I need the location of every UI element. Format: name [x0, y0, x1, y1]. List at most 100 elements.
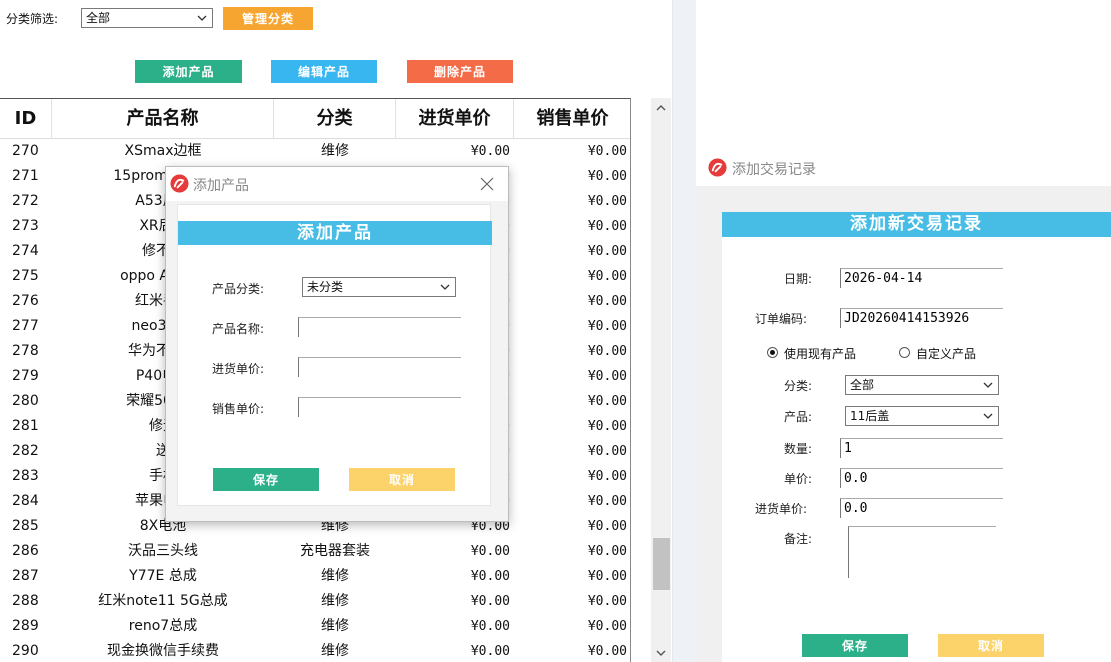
- transaction-cancel-button[interactable]: 取消: [938, 634, 1044, 657]
- date-input[interactable]: 2026-04-14: [840, 268, 1003, 288]
- cell-sell-price: ¥0.00: [587, 619, 627, 634]
- table-row[interactable]: 270 XSmax边框 维修 ¥0.00 ¥0.00: [0, 139, 630, 164]
- txn-buy-price-input[interactable]: 0.0: [840, 498, 1003, 518]
- column-header-id[interactable]: ID: [0, 99, 52, 139]
- transaction-product-select[interactable]: 11后盖: [845, 406, 999, 426]
- cell-sell-price: ¥0.00: [587, 319, 627, 334]
- cell-sell-price: ¥0.00: [587, 644, 627, 659]
- cell-id: 290: [12, 643, 39, 659]
- radio-custom-product[interactable]: [899, 347, 910, 358]
- product-label: 产品:: [784, 410, 813, 424]
- cell-category: 维修: [321, 643, 349, 659]
- radio-custom-label[interactable]: 自定义产品: [916, 345, 976, 362]
- cell-buy-price: ¥0.00: [470, 619, 510, 634]
- cell-name: XSmax边框: [124, 143, 202, 159]
- add-product-button[interactable]: 添加产品: [135, 60, 242, 83]
- product-category-select[interactable]: 未分类: [302, 277, 456, 297]
- cell-sell-price: ¥0.00: [587, 269, 627, 284]
- cell-buy-price: ¥0.00: [470, 144, 510, 159]
- sell-price-input[interactable]: [298, 397, 461, 417]
- cell-id: 279: [12, 368, 39, 384]
- app-logo-icon: [170, 174, 189, 193]
- product-name-input[interactable]: [298, 317, 461, 337]
- cell-id: 284: [12, 493, 39, 509]
- cell-id: 278: [12, 343, 39, 359]
- note-textarea[interactable]: [848, 526, 996, 578]
- cell-buy-price: ¥0.00: [470, 569, 510, 584]
- product-name-label: 产品名称:: [212, 322, 265, 336]
- cell-name: 沃品三头线: [128, 543, 198, 559]
- cell-id: 270: [12, 143, 39, 159]
- category-filter-select[interactable]: 全部: [81, 8, 213, 28]
- transaction-form: 添加新交易记录 日期: 2026-04-14 订单编码: JD202604141…: [722, 212, 1111, 662]
- cell-buy-price: ¥0.00: [470, 644, 510, 659]
- table-row[interactable]: 286 沃品三头线 充电器套装 ¥0.00 ¥0.00: [0, 539, 630, 564]
- cell-sell-price: ¥0.00: [587, 469, 627, 484]
- cell-id: 280: [12, 393, 39, 409]
- transaction-title: 添加交易记录: [732, 162, 816, 178]
- buy-price-input[interactable]: [298, 357, 461, 377]
- transaction-body: 添加新交易记录 日期: 2026-04-14 订单编码: JD202604141…: [696, 186, 1111, 662]
- window-gap: [672, 0, 696, 662]
- note-label: 备注:: [784, 532, 813, 546]
- cell-id: 274: [12, 243, 39, 259]
- quantity-input[interactable]: 1: [840, 438, 1003, 458]
- scroll-up-icon[interactable]: [654, 101, 668, 115]
- cell-category: 维修: [321, 593, 349, 609]
- cell-id: 273: [12, 218, 39, 234]
- table-scrollbar[interactable]: [651, 98, 671, 662]
- cell-buy-price: ¥0.00: [470, 544, 510, 559]
- dialog-banner: 添加产品: [178, 221, 492, 245]
- cell-category: 维修: [321, 568, 349, 584]
- scroll-down-icon[interactable]: [654, 646, 668, 660]
- table-row[interactable]: 287 Y77E 总成 维修 ¥0.00 ¥0.00: [0, 564, 630, 589]
- column-header-category[interactable]: 分类: [274, 99, 396, 139]
- order-number-label: 订单编码:: [755, 312, 808, 326]
- sell-price-label: 销售单价:: [212, 402, 265, 416]
- cell-id: 288: [12, 593, 39, 609]
- cell-name: 红米note11 5G总成: [98, 593, 228, 609]
- transaction-product-value: 11后盖: [850, 409, 890, 423]
- cell-sell-price: ¥0.00: [587, 444, 627, 459]
- cell-sell-price: ¥0.00: [587, 569, 627, 584]
- chevron-down-icon: [197, 15, 207, 21]
- manage-categories-button[interactable]: 管理分类: [223, 7, 313, 30]
- table-row[interactable]: 289 reno7总成 维修 ¥0.00 ¥0.00: [0, 614, 630, 639]
- cell-id: 276: [12, 293, 39, 309]
- cell-sell-price: ¥0.00: [587, 344, 627, 359]
- table-row[interactable]: 288 红米note11 5G总成 维修 ¥0.00 ¥0.00: [0, 589, 630, 614]
- edit-product-button[interactable]: 编辑产品: [271, 60, 377, 83]
- transaction-category-select[interactable]: 全部: [845, 375, 999, 395]
- transaction-banner: 添加新交易记录: [722, 212, 1111, 237]
- add-product-dialog: 添加产品 添加产品 产品分类: 未分类 产品名称: 进货单价: 销售单价: 保存…: [165, 166, 509, 522]
- cell-sell-price: ¥0.00: [587, 369, 627, 384]
- column-header-sell-price[interactable]: 销售单价: [514, 99, 630, 139]
- order-number-input[interactable]: JD20260414153926: [840, 308, 1003, 328]
- radio-existing-label[interactable]: 使用现有产品: [784, 345, 856, 362]
- transaction-save-button[interactable]: 保存: [802, 634, 908, 657]
- cell-category: 充电器套装: [300, 543, 370, 559]
- cell-sell-price: ¥0.00: [587, 194, 627, 209]
- unit-price-input[interactable]: 0.0: [840, 468, 1003, 488]
- table-row[interactable]: 290 现金换微信手续费 维修 ¥0.00 ¥0.00: [0, 639, 630, 662]
- cell-sell-price: ¥0.00: [587, 394, 627, 409]
- scrollbar-thumb[interactable]: [653, 538, 670, 590]
- cell-sell-price: ¥0.00: [587, 419, 627, 434]
- radio-existing-product[interactable]: [767, 347, 778, 358]
- cell-sell-price: ¥0.00: [587, 494, 627, 509]
- column-header-name[interactable]: 产品名称: [52, 99, 274, 139]
- category-label: 产品分类:: [212, 282, 265, 296]
- save-button[interactable]: 保存: [213, 468, 319, 491]
- add-transaction-window: 添加交易记录 添加新交易记录 日期: 2026-04-14 订单编码: JD20…: [696, 0, 1111, 662]
- column-header-buy-price[interactable]: 进货单价: [396, 99, 514, 139]
- cell-name: reno7总成: [128, 618, 198, 634]
- dialog-titlebar[interactable]: 添加产品: [166, 167, 508, 201]
- cell-id: 282: [12, 443, 39, 459]
- delete-product-button[interactable]: 删除产品: [407, 60, 513, 83]
- close-icon[interactable]: [480, 177, 494, 191]
- buy-price-label: 进货单价:: [212, 362, 265, 376]
- cell-name: Y77E 总成: [129, 568, 197, 584]
- transaction-titlebar[interactable]: 添加交易记录: [696, 150, 1111, 186]
- cell-sell-price: ¥0.00: [587, 244, 627, 259]
- cancel-button[interactable]: 取消: [349, 468, 455, 491]
